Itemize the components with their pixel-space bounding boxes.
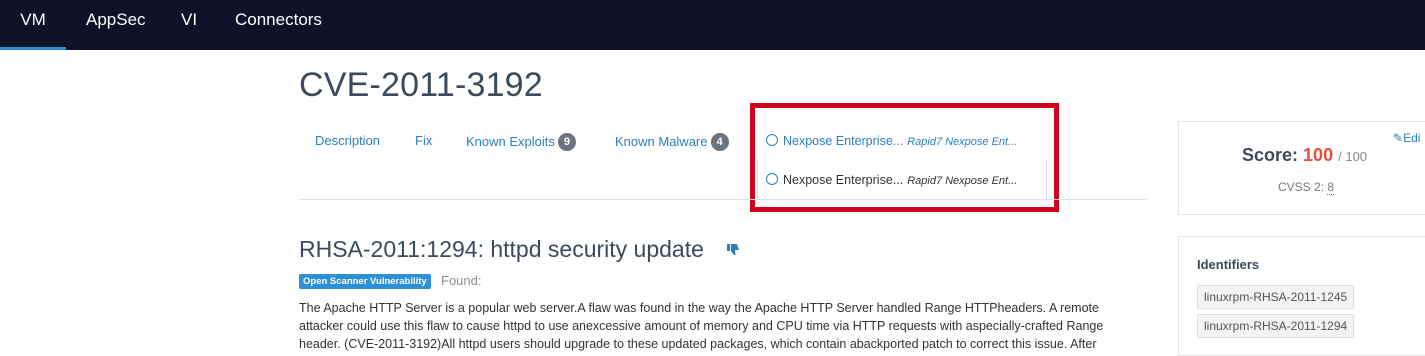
score-value: 100 [1303,145,1334,165]
description-line: attacker could use this flaw to cause ht… [299,319,1104,333]
open-scanner-vulnerability-tag: Open Scanner Vulnerability [299,274,431,289]
nav-tab-connectors[interactable]: Connectors [235,0,322,50]
top-navigation: VM AppSec VI Connectors [0,0,1425,50]
cvss-label: CVSS 2: [1278,180,1325,194]
description-line: header. (CVE-2011-3192)All httpd users s… [299,337,1097,351]
known-exploits-count-badge: 9 [557,133,576,151]
score-panel [1178,121,1425,215]
nav-tab-vm[interactable]: VM [0,0,66,50]
vulnerability-title: RHSA-2011:1294: httpd security update [299,236,704,262]
tab-known-malware[interactable]: Known Malware 4 [615,133,729,151]
highlight-box [750,103,1059,212]
section-divider [299,199,1147,200]
identifiers-heading: Identifiers [1197,257,1260,272]
nav-tab-appsec[interactable]: AppSec [86,0,146,50]
tab-known-exploits-label: Known Exploits [466,134,555,149]
tab-fix[interactable]: Fix [415,133,432,148]
edit-link[interactable]: ✎Edi [1393,131,1420,145]
tab-description[interactable]: Description [315,133,380,148]
known-malware-count-badge: 4 [710,133,729,151]
description-line: The Apache HTTP Server is a popular web … [299,301,1099,315]
page-title: CVE-2011-3192 [299,66,543,104]
pencil-icon: ✎ [1393,131,1404,145]
score-label: Score: [1242,145,1299,165]
thumbs-down-icon[interactable] [726,243,740,257]
edit-label: Edi [1403,131,1421,145]
score-display: Score: 100 / 100 [1242,145,1367,166]
vulnerability-description: The Apache HTTP Server is a popular web … [299,299,1145,353]
score-max: / 100 [1338,149,1368,164]
found-label: Found: [441,273,482,288]
cvss-score: CVSS 2: 8 [1278,180,1335,195]
cvss-value[interactable]: 8 [1327,180,1335,195]
tab-known-malware-label: Known Malware [615,134,708,149]
tab-known-exploits[interactable]: Known Exploits 9 [466,133,576,151]
identifier-chip[interactable]: linuxrpm-RHSA-2011-1245 [1197,285,1355,309]
identifier-chip[interactable]: linuxrpm-RHSA-2011-1294 [1197,314,1355,338]
nav-tab-vi[interactable]: VI [181,0,197,50]
